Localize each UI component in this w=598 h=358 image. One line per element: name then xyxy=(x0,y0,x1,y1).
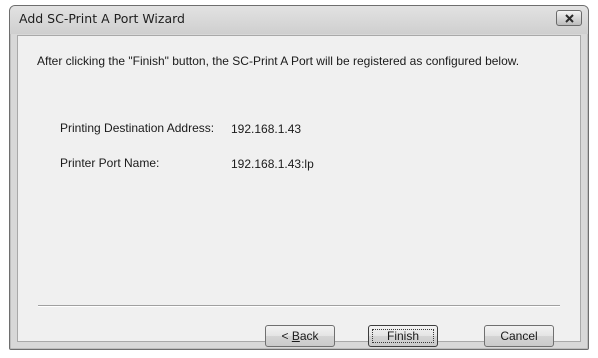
focus-rectangle xyxy=(372,329,434,343)
wizard-content: After clicking the "Finish" button, the … xyxy=(17,35,581,347)
back-button-label-rest: ack xyxy=(299,329,319,343)
destination-address-value: 192.168.1.43 xyxy=(231,122,302,136)
title-bar[interactable]: Add SC-Print A Port Wizard xyxy=(10,6,588,34)
close-icon xyxy=(565,14,574,23)
port-name-value: 192.168.1.43:lp xyxy=(231,157,314,171)
finish-button[interactable]: Finish xyxy=(368,325,438,347)
intro-text: After clicking the "Finish" button, the … xyxy=(37,54,520,68)
cancel-button-label: Cancel xyxy=(500,329,538,343)
back-button-mnemonic: B xyxy=(291,329,300,343)
destination-address-label: Printing Destination Address: xyxy=(60,121,215,135)
close-button[interactable] xyxy=(556,10,582,26)
window-title: Add SC-Print A Port Wizard xyxy=(19,11,185,26)
back-button-prefix: < xyxy=(281,329,292,343)
wizard-window: Add SC-Print A Port Wizard After clickin… xyxy=(9,5,589,350)
separator-line xyxy=(38,305,560,307)
back-button[interactable]: < Back xyxy=(265,325,335,347)
port-name-label: Printer Port Name: xyxy=(60,156,160,170)
cancel-button[interactable]: Cancel xyxy=(484,325,554,347)
